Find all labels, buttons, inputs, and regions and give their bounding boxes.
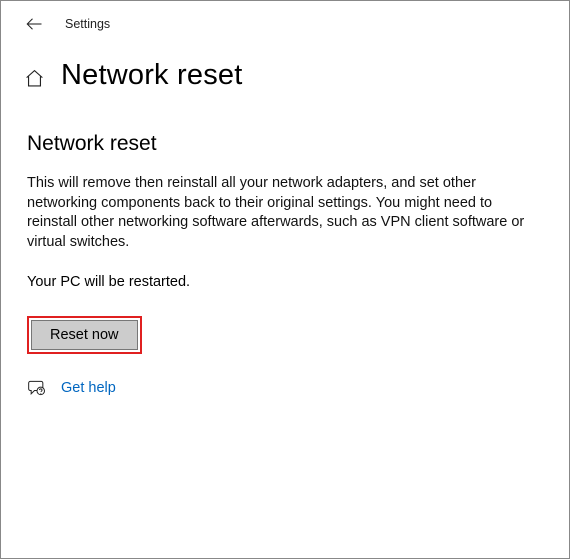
reset-now-button[interactable]: Reset now [31,320,138,350]
page-header: Network reset [1,41,569,98]
titlebar-label: Settings [65,17,110,31]
back-arrow-icon[interactable] [25,15,43,33]
help-chat-icon [27,378,47,398]
content-area: Network reset This will remove then rein… [1,98,569,398]
reset-button-highlight: Reset now [27,316,142,354]
home-icon[interactable] [23,68,45,90]
section-description: This will remove then reinstall all your… [27,174,527,252]
help-row: Get help [27,378,541,398]
titlebar: Settings [1,1,569,41]
page-title: Network reset [61,59,243,92]
section-heading: Network reset [27,132,541,156]
restart-note: Your PC will be restarted. [27,274,541,290]
get-help-link[interactable]: Get help [61,380,116,396]
